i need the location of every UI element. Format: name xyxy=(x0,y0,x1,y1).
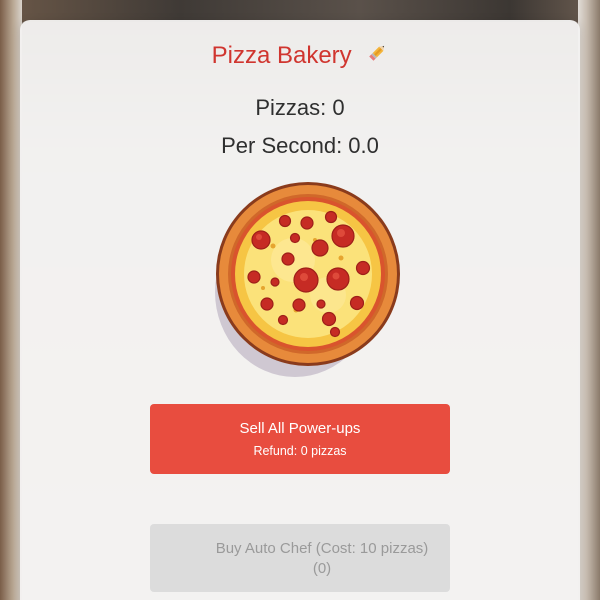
sell-button-refund: Refund: 0 pizzas xyxy=(253,444,347,458)
pizzas-per-second: Per Second: 0.0 xyxy=(221,133,379,158)
background-left xyxy=(0,0,22,600)
background xyxy=(0,0,600,22)
sell-power-ups-button[interactable]: Sell All Power-ups Refund: 0 pizzas xyxy=(150,404,450,474)
sell-button-label: Sell All Power-ups xyxy=(239,420,361,437)
title-row: Pizza Bakery xyxy=(20,42,580,71)
background-right xyxy=(578,0,600,600)
game-title: Pizza Bakery xyxy=(211,42,352,69)
game-card: Pizza Bakery Pizzas: 0 Per Second: 0.0 S… xyxy=(20,20,580,600)
buy-button-count: (0) xyxy=(312,560,332,577)
buy-auto-chef-button[interactable]: Buy Auto Chef (Cost: 10 pizzas) (0) xyxy=(150,524,450,592)
pencil-icon xyxy=(366,42,388,71)
pizza-icon xyxy=(215,182,400,377)
pizza-count: Pizzas: 0 xyxy=(255,95,345,120)
buy-button-label: Buy Auto Chef (Cost: 10 pizzas) xyxy=(215,540,429,557)
pizza-click-button[interactable] xyxy=(213,180,403,380)
